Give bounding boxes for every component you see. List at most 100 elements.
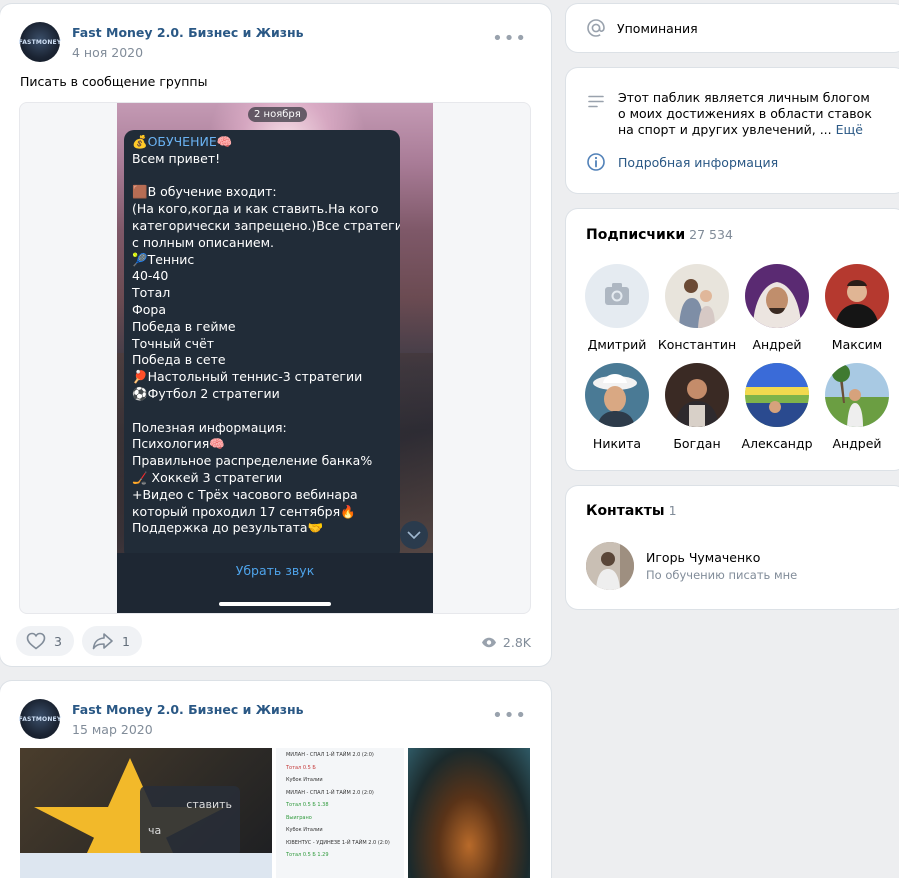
views-count: 2.8K: [502, 635, 531, 650]
message-line: [132, 403, 392, 420]
subscribers-count: 27 534: [689, 227, 733, 242]
subscriber-avatar[interactable]: [825, 363, 889, 427]
subscribers-title[interactable]: Подписчики 27 534: [586, 227, 733, 243]
post-author-link[interactable]: Fast Money 2.0. Бизнес и Жизнь: [72, 702, 304, 717]
subscriber-item[interactable]: Богдан: [657, 363, 737, 451]
story-screenshot: 2 ноября 💰ОБУЧЕНИЕ🧠 Всем привет! 🟫В обуче…: [117, 103, 433, 613]
contact-name[interactable]: Игорь Чумаченко: [646, 550, 797, 565]
bet-line: Выиграно: [285, 814, 312, 821]
like-count: 3: [54, 633, 62, 649]
subscriber-name[interactable]: Максим: [817, 337, 897, 352]
message-line: ⚽Футбол 2 стратегии: [132, 385, 280, 401]
message-line: +Видео с Трёх часового вебинара: [132, 486, 358, 502]
post-card: FASTMONEY Fast Money 2.0. Бизнес и Жизнь…: [0, 4, 551, 666]
bet-line: МИЛАН - СПАЛ 1-Й ТАЙМ 2.0 (2:0): [285, 752, 374, 758]
message-line: 🎾Теннис: [132, 251, 195, 267]
subscriber-name[interactable]: Никита: [577, 436, 657, 451]
message-line: Всем привет!: [132, 150, 221, 166]
contacts-card: Контакты 1 Игорь Чумаченко По обучению пи…: [566, 486, 899, 609]
mute-bar: Убрать звук: [117, 553, 433, 613]
subscriber-avatar[interactable]: [665, 264, 729, 328]
subscriber-item[interactable]: Андрей: [817, 363, 897, 451]
bet-line: Тотал 0.5 Б 1.29: [285, 852, 329, 858]
message-body: Всем привет! 🟫В обучение входит: (На кого,…: [132, 150, 400, 537]
subscriber-avatar[interactable]: [745, 264, 809, 328]
post-author-link[interactable]: Fast Money 2.0. Бизнес и Жизнь: [72, 25, 304, 40]
message-line: 🏒 Хоккей 3 стратегии: [132, 469, 283, 485]
post-date[interactable]: 4 ноя 2020: [72, 45, 304, 60]
bet-line: Тотал 0.5 Б 1.38: [285, 802, 329, 808]
subscriber-avatar[interactable]: [745, 363, 809, 427]
about-more-link[interactable]: Ещё: [836, 122, 863, 137]
post-header: FASTMONEY Fast Money 2.0. Бизнес и Жизнь…: [19, 22, 304, 62]
at-sign-icon: [587, 19, 605, 37]
info-icon: [587, 153, 605, 171]
like-button[interactable]: 3: [16, 626, 74, 656]
post-media[interactable]: 2 ноября 💰ОБУЧЕНИЕ🧠 Всем привет! 🟫В обуче…: [19, 102, 531, 614]
contacts-count: 1: [668, 503, 677, 518]
post-photos: ставить ча МИЛАН - СПАЛ 1-Й ТАЙМ 2.0 (2:…: [20, 748, 530, 878]
subscriber-item[interactable]: Андрей: [737, 264, 817, 352]
subscriber-item[interactable]: Максим: [817, 264, 897, 352]
subscriber-name[interactable]: Андрей: [737, 337, 817, 352]
post-date[interactable]: 15 мар 2020: [72, 722, 304, 737]
photo-thumb[interactable]: ставить ча: [20, 748, 272, 878]
subscriber-name[interactable]: Константин: [657, 337, 737, 352]
message-line: Поддержка до результата🤝: [132, 520, 324, 536]
subscriber-name[interactable]: Дмитрий: [577, 337, 657, 352]
bet-line: Тотал 0.5 Б: [285, 764, 316, 771]
post-text: Писать в сообщение группы: [20, 74, 208, 89]
photo-thumb[interactable]: МИЛАН - СПАЛ 1-Й ТАЙМ 2.0 (2:0) Тотал 0.5…: [275, 748, 404, 878]
community-avatar[interactable]: FASTMONEY: [19, 699, 61, 739]
message-line: Точный счёт: [132, 335, 215, 351]
bet-line: Кубок Италии: [285, 827, 323, 833]
heart-icon: [26, 632, 46, 650]
contacts-title[interactable]: Контакты 1: [586, 503, 677, 519]
home-indicator: [219, 602, 331, 606]
community-avatar[interactable]: FASTMONEY: [19, 22, 61, 62]
message-line: 🏓Настольный теннис-3 стратегии: [132, 369, 363, 385]
message-line: Тотал: [132, 285, 171, 301]
more-options-icon[interactable]: •••: [492, 30, 527, 48]
mute-button: Убрать звук: [235, 563, 315, 578]
chevron-down-icon: [400, 521, 428, 549]
subscriber-name[interactable]: Александр: [737, 436, 817, 451]
message-line: который проходил 17 сентября🔥: [132, 503, 356, 519]
mentions-label: Упоминания: [617, 20, 698, 36]
detail-info-link[interactable]: Подробная информация: [618, 155, 778, 170]
message-line: Победа в гейме: [132, 318, 236, 334]
message-line: Полезная информация:: [132, 419, 287, 435]
camera-icon[interactable]: [585, 264, 649, 328]
subscriber-avatar[interactable]: [825, 264, 889, 328]
message-line: 🟫В обучение входит:: [132, 184, 277, 200]
bet-line: Кубок Италии: [285, 777, 323, 783]
more-options-icon[interactable]: •••: [492, 707, 527, 725]
message-line: с полным описанием.: [132, 234, 274, 250]
subscriber-avatar[interactable]: [665, 363, 729, 427]
subscriber-item[interactable]: Александр: [737, 363, 817, 451]
views-counter: 2.8K: [481, 635, 531, 650]
subscriber-item[interactable]: Константин: [657, 264, 737, 352]
subscriber-item[interactable]: Никита: [577, 363, 657, 451]
contact-avatar[interactable]: [586, 542, 634, 590]
subscriber-name[interactable]: Андрей: [817, 436, 897, 451]
message-title: 💰ОБУЧЕНИЕ🧠: [132, 134, 233, 149]
subscriber-name[interactable]: Богдан: [657, 436, 737, 451]
about-text: Этот паблик является личным блогом о мои…: [618, 90, 872, 137]
share-button[interactable]: 1: [81, 626, 142, 656]
eye-icon: [481, 637, 496, 648]
message-line: [132, 168, 392, 185]
text-lines-icon: [588, 95, 604, 108]
about-card: Этот паблик является личным блогом о мои…: [566, 68, 899, 193]
subscriber-item[interactable]: Дмитрий: [577, 264, 657, 352]
subscriber-avatar[interactable]: [585, 363, 649, 427]
share-icon: [92, 633, 113, 650]
message-line: Правильное распределение банка%: [132, 453, 373, 469]
mentions-card[interactable]: Упоминания: [566, 4, 899, 52]
message-line: категорически запрещено.)Все стратегии: [132, 217, 400, 233]
photo-thumb[interactable]: [407, 748, 530, 878]
contact-item[interactable]: Игорь Чумаченко По обучению писать мне: [586, 542, 797, 590]
message-line: Победа в сете: [132, 352, 226, 368]
bet-line: ЮВЕНТУС - УДИНЕЗЕ 1-Й ТАЙМ 2.0 (2:0): [285, 839, 390, 846]
contact-note: По обучению писать мне: [646, 568, 798, 582]
